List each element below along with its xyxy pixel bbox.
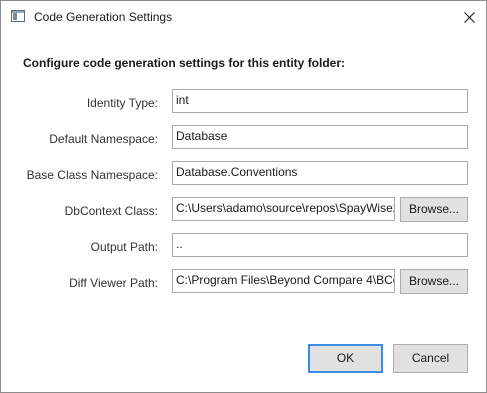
window-title: Code Generation Settings [34, 10, 173, 24]
close-icon [464, 12, 475, 23]
default-namespace-input[interactable]: Database [172, 125, 468, 149]
code-generation-settings-dialog: Code Generation Settings Configure code … [0, 0, 487, 393]
title-bar[interactable]: Code Generation Settings [1, 1, 486, 34]
base-class-namespace-input[interactable]: Database.Conventions [172, 161, 468, 185]
identity-type-input[interactable]: int [172, 89, 468, 113]
base-class-namespace-label: Base Class Namespace: [26, 168, 158, 182]
cancel-button[interactable]: Cancel [393, 344, 468, 373]
ok-button[interactable]: OK [308, 344, 383, 373]
dbcontext-browse-button[interactable]: Browse... [400, 197, 468, 222]
diff-viewer-browse-button[interactable]: Browse... [400, 269, 468, 294]
diff-viewer-path-input[interactable]: C:\Program Files\Beyond Compare 4\BComp [172, 269, 395, 293]
dbcontext-class-input[interactable]: C:\Users\adamo\source\repos\SpayWise2 [172, 197, 395, 221]
dbcontext-class-label: DbContext Class: [64, 204, 158, 218]
window-app-icon [11, 10, 25, 22]
identity-type-label: Identity Type: [86, 96, 158, 110]
diff-viewer-path-label: Diff Viewer Path: [69, 276, 158, 290]
output-path-label: Output Path: [90, 240, 158, 254]
output-path-input[interactable]: .. [172, 233, 468, 257]
close-button[interactable] [453, 1, 486, 34]
default-namespace-label: Default Namespace: [49, 132, 158, 146]
dialog-heading: Configure code generation settings for t… [23, 56, 346, 70]
